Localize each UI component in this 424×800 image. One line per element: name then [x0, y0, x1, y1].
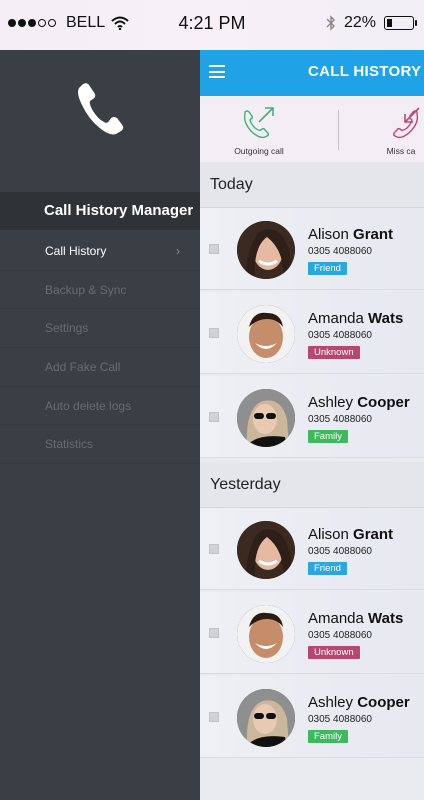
filter-outgoing-call[interactable]: Outgoing call: [204, 104, 314, 156]
avatar: [237, 521, 295, 579]
contact-tag: Friend: [308, 262, 347, 275]
avatar: [237, 305, 295, 363]
battery-percent: 22%: [343, 14, 376, 31]
filter-divider: [338, 110, 339, 150]
contact-tag: Family: [308, 730, 348, 743]
contact-phone: 0305 4088060: [308, 414, 372, 425]
filter-label: Miss ca: [386, 146, 416, 156]
avatar: [237, 689, 295, 747]
contact-tag: Unknown: [308, 646, 360, 659]
outgoing-call-icon: [243, 107, 274, 139]
sidebar-item-label: Call History: [45, 244, 107, 258]
sidebar-item-label: Auto delete logs: [45, 398, 132, 413]
sidebar-item-settings[interactable]: Settings: [0, 309, 200, 349]
call-filter-bar: Outgoing call Miss ca: [200, 96, 424, 162]
call-row[interactable]: Alison Grant 0305 4088060 Friend: [200, 508, 424, 590]
sidebar-item-label: Statistics: [45, 437, 94, 452]
status-bar: BELL 4:21 PM 22%: [0, 0, 424, 50]
sidebar-item-statistics[interactable]: Statistics: [0, 425, 200, 465]
avatar: [237, 605, 295, 663]
sidebar-item-call-history[interactable]: Call History ›: [0, 232, 200, 271]
row-checkbox[interactable]: [209, 544, 219, 554]
row-checkbox[interactable]: [209, 412, 219, 422]
filter-missed-call[interactable]: Miss ca: [346, 104, 424, 156]
contact-name: Ashley Cooper: [308, 694, 410, 711]
contact-tag: Friend: [308, 562, 347, 575]
contact-name: Alison Grant: [308, 226, 394, 243]
main-panel: CALL HISTORY Outgoing call Miss ca Today: [200, 50, 424, 800]
contact-phone: 0305 4088060: [308, 714, 372, 725]
call-row[interactable]: Amanda Wats 0305 4088060 Unknown: [200, 292, 424, 374]
contact-phone: 0305 4088060: [308, 630, 372, 641]
sidebar-item-auto-delete-logs[interactable]: Auto delete logs: [0, 387, 200, 426]
sidebar-menu: Call History › Backup & Sync Settings Ad…: [0, 232, 200, 465]
contact-phone: 0305 4088060: [308, 330, 372, 341]
row-checkbox[interactable]: [209, 328, 219, 338]
phone-logo-icon: [78, 83, 124, 135]
contact-name: Amanda Wats: [308, 610, 404, 627]
sidebar-item-label: Add Fake Call: [45, 360, 121, 375]
call-row[interactable]: Amanda Wats 0305 4088060 Unknown: [200, 592, 424, 674]
section-header-yesterday: Yesterday: [200, 462, 424, 508]
section-header-today: Today: [200, 162, 424, 208]
contact-phone: 0305 4088060: [308, 246, 372, 257]
missed-call-icon: [392, 107, 420, 139]
page-title: CALL HISTORY: [308, 63, 422, 80]
status-right: 22%: [326, 14, 417, 32]
sidebar-item-label: Settings: [45, 321, 89, 336]
contact-name: Ashley Cooper: [308, 394, 410, 411]
row-checkbox[interactable]: [209, 244, 219, 254]
menu-icon[interactable]: [209, 65, 225, 78]
chevron-right-icon: ›: [176, 244, 180, 258]
contact-tag: Unknown: [308, 346, 360, 359]
avatar: [237, 389, 295, 447]
avatar: [237, 221, 295, 279]
contact-name: Amanda Wats: [308, 310, 404, 327]
sidebar-item-backup-sync[interactable]: Backup & Sync: [0, 271, 200, 310]
row-checkbox[interactable]: [209, 628, 219, 638]
filter-label: Outgoing call: [234, 146, 284, 156]
call-row[interactable]: Ashley Cooper 0305 4088060 Family: [200, 676, 424, 758]
sidebar: Call History Manager Call History › Back…: [0, 50, 200, 800]
sidebar-item-add-fake-call[interactable]: Add Fake Call: [0, 348, 200, 387]
sidebar-item-label: Backup & Sync: [45, 282, 127, 297]
battery-icon: [384, 16, 417, 30]
contact-name: Alison Grant: [308, 526, 394, 543]
call-row[interactable]: Ashley Cooper 0305 4088060 Family: [200, 376, 424, 458]
top-bar: CALL HISTORY: [200, 50, 424, 96]
contact-phone: 0305 4088060: [308, 546, 372, 557]
sidebar-title: Call History Manager: [0, 192, 200, 230]
bluetooth-icon: [326, 15, 335, 31]
row-checkbox[interactable]: [209, 712, 219, 722]
contact-tag: Family: [308, 430, 348, 443]
call-row[interactable]: Alison Grant 0305 4088060 Friend: [200, 208, 424, 290]
